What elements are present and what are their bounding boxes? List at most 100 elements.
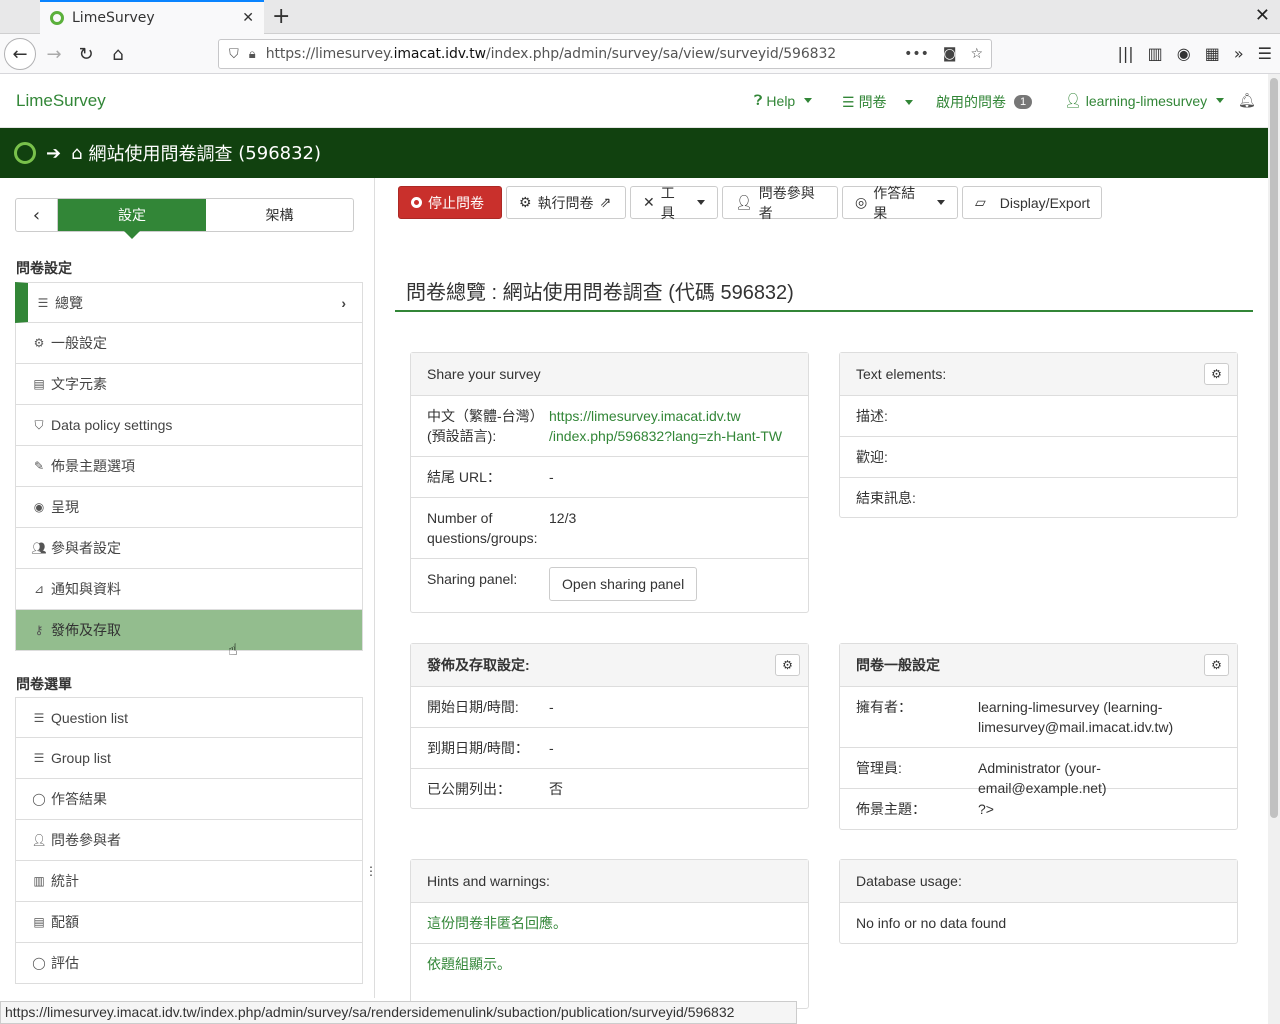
welcome-label: 歡迎: <box>856 449 888 465</box>
tab-settings[interactable]: 設定 <box>58 199 206 239</box>
list-icon: ☰ <box>37 295 49 310</box>
surveys-menu[interactable]: ☰ 問卷 <box>842 92 913 112</box>
sidebar-item-participants[interactable]: 👤︎ 問卷參與者 <box>15 820 363 861</box>
users-icon: 👥︎ <box>31 541 47 555</box>
sidebar-icon[interactable]: ▥ <box>1148 44 1163 63</box>
sidebar-item-group-list[interactable]: ☰ Group list <box>15 738 363 779</box>
sidebar-tabs: ‹ 設定 架構 <box>15 198 354 239</box>
database-usage-panel: Database usage: No info or no data found <box>839 859 1238 944</box>
sidebar-item-question-list[interactable]: ☰ Question list <box>15 697 363 738</box>
end-url-value: - <box>549 469 554 485</box>
browser-tab[interactable]: LimeSurvey ✕ <box>40 0 264 34</box>
pocket-icon[interactable]: ◙ <box>943 46 957 62</box>
main-content: 停止問卷 ⚙ 執行問卷 ⇗ ✕ 工具 👤︎ 問卷參與者 ◎ 作答結果 ▱ Display/E… <box>376 178 1268 1009</box>
sidebar-item-overview[interactable]: ☰ 總覽 › <box>15 282 363 323</box>
sidebar-item-general-settings[interactable]: ⚙ 一般設定 <box>15 323 363 364</box>
tab-structure[interactable]: 架構 <box>206 199 353 231</box>
forward-icon[interactable]: → <box>38 38 70 70</box>
survey-link[interactable]: https://limesurvey.imacat.idv.tw/index.p… <box>549 406 792 446</box>
extensions-icon[interactable]: ▦ <box>1205 44 1220 63</box>
help-menu[interactable]: ❓︎ Help <box>754 92 813 109</box>
key-icon: ⚷ <box>34 623 44 637</box>
theme-label: 佈景主題： <box>856 801 926 817</box>
limesurvey-logo-icon <box>14 142 36 164</box>
account-icon[interactable]: ◉ <box>1177 44 1191 63</box>
public-listed-label: 已公開列出： <box>427 781 511 797</box>
question-count-label: Number of questions/groups: <box>427 510 538 546</box>
survey-title[interactable]: 網站使用問卷調查 <box>89 140 233 166</box>
sidebar-item-presentation[interactable]: ◉ 呈現 <box>15 487 363 528</box>
tab-title: LimeSurvey <box>72 10 155 26</box>
hint-anonymous: 這份問卷非匿名回應。 <box>411 903 808 944</box>
notification-bell-icon[interactable]: 🔔︎ <box>1238 92 1256 109</box>
eye-icon: ◉ <box>33 500 45 514</box>
open-sharing-panel-button[interactable]: Open sharing panel <box>549 567 698 601</box>
sidebar-item-publication-access[interactable]: ⚷ 發佈及存取 <box>15 610 363 651</box>
gears-icon[interactable]: ⚙ <box>775 654 800 676</box>
gears-icon[interactable]: ⚙ <box>1204 654 1229 676</box>
sidebar: ‹ 設定 架構 問卷設定 ☰ 總覽 › ⚙ 一般設定 ▤ 文字元素 ⛉ Data poli… <box>0 178 377 998</box>
survey-id: (596832) <box>238 142 322 164</box>
library-icon[interactable]: ||| <box>1117 44 1133 63</box>
survey-toolbar: 停止問卷 ⚙ 執行問卷 ⇗ ✕ 工具 👤︎ 問卷參與者 ◎ 作答結果 ▱ Display/E… <box>398 185 1102 221</box>
user-icon: 👤︎ <box>735 194 753 210</box>
arrow-right-icon: ➔ <box>46 142 62 164</box>
sidebar-item-responses[interactable]: ◯ 作答結果 <box>15 779 363 820</box>
admin-value: Administrator (your-email@example.net) <box>978 760 1107 796</box>
panel-heading: 問卷一般設定 <box>856 657 940 673</box>
url-text: https://limesurvey.imacat.idv.tw/index.p… <box>265 46 837 62</box>
home-icon[interactable]: ⌂ <box>102 38 134 70</box>
brand-logo[interactable]: LimeSurvey <box>16 91 106 111</box>
active-count-badge: 1 <box>1014 95 1033 109</box>
gears-icon[interactable]: ⚙ <box>1204 363 1229 385</box>
settings-menu: ☰ 總覽 › ⚙ 一般設定 ▤ 文字元素 ⛉ Data policy settings ✎… <box>15 282 363 651</box>
participants-button[interactable]: 👤︎ 問卷參與者 <box>722 185 838 221</box>
folder-open-icon: ▱ <box>975 194 986 210</box>
sidebar-item-notifications[interactable]: ⊿ 通知與資料 <box>15 569 363 610</box>
back-icon[interactable]: ← <box>4 38 36 70</box>
reload-icon[interactable]: ↻ <box>70 38 102 70</box>
home-icon[interactable]: ⌂ <box>71 143 82 164</box>
tools-menu-button[interactable]: ✕ 工具 <box>630 185 718 221</box>
sidebar-item-theme-options[interactable]: ✎ 佈景主題選項 <box>15 446 363 487</box>
stop-survey-button[interactable]: 停止問卷 <box>398 186 502 219</box>
more-actions-icon[interactable]: ••• <box>904 46 929 62</box>
display-export-button[interactable]: ▱ Display/Export <box>962 186 1102 219</box>
active-surveys-link[interactable]: 啟用的問卷 1 <box>936 92 1033 112</box>
sidebar-item-statistics[interactable]: ▥ 統計 <box>15 861 363 902</box>
stop-circle-icon <box>411 197 422 208</box>
section-survey-menu: 問卷選單 <box>16 677 72 693</box>
new-tab-icon[interactable]: + <box>272 4 290 29</box>
sidebar-item-assessments[interactable]: ◯ 評估 <box>15 943 363 984</box>
window-close-icon[interactable]: ✕ <box>1255 5 1270 26</box>
language-label: 中文（繁體-台灣）(預設語言): <box>427 408 544 444</box>
execute-survey-button[interactable]: ⚙ 執行問卷 ⇗ <box>506 186 626 219</box>
user-menu[interactable]: 👤︎ learning-limesurvey <box>1064 92 1225 109</box>
sidebar-item-quotas[interactable]: ▤ 配額 <box>15 902 363 943</box>
page-scrollbar[interactable] <box>1268 74 1280 1024</box>
quota-icon: ▤ <box>33 915 45 929</box>
external-link-icon: ⇗ <box>599 194 612 210</box>
panel-heading: Database usage: <box>840 860 1237 903</box>
close-tab-icon[interactable]: ✕ <box>242 10 254 26</box>
limesurvey-favicon-icon <box>50 11 64 25</box>
admin-label: 管理員: <box>856 760 902 776</box>
sidebar-item-data-policy[interactable]: ⛉ Data policy settings <box>15 405 363 446</box>
browser-nav-bar: ← → ↻ ⌂ ⛉ 🔒︎ https://limesurvey.imacat.i… <box>0 34 1280 74</box>
overflow-icon[interactable]: » <box>1234 44 1244 63</box>
sidebar-item-participant-settings[interactable]: 👥︎ 參與者設定 <box>15 528 363 569</box>
menu-icon[interactable]: ☰ <box>1258 44 1272 63</box>
chevron-right-icon: › <box>341 294 346 311</box>
bookmark-star-icon[interactable]: ☆ <box>970 46 983 62</box>
expiry-date-value: - <box>549 740 554 756</box>
url-bar[interactable]: ⛉ 🔒︎ https://limesurvey.imacat.idv.tw/in… <box>218 39 992 69</box>
responses-menu-button[interactable]: ◎ 作答結果 <box>842 185 958 221</box>
sidebar-item-text-elements[interactable]: ▤ 文字元素 <box>15 364 363 405</box>
scrollbar-thumb[interactable] <box>1270 78 1278 818</box>
hints-warnings-panel: Hints and warnings: 這份問卷非匿名回應。 依題組顯示。 <box>410 859 809 1009</box>
owner-value: learning-limesurvey (learning-limesurvey… <box>978 699 1174 735</box>
browser-tab-bar: LimeSurvey ✕ + ✕ <box>0 0 1280 34</box>
list-icon: ☰ <box>842 93 855 110</box>
end-message-label: 結束訊息: <box>856 490 916 506</box>
collapse-sidebar-icon[interactable]: ‹ <box>16 199 58 231</box>
